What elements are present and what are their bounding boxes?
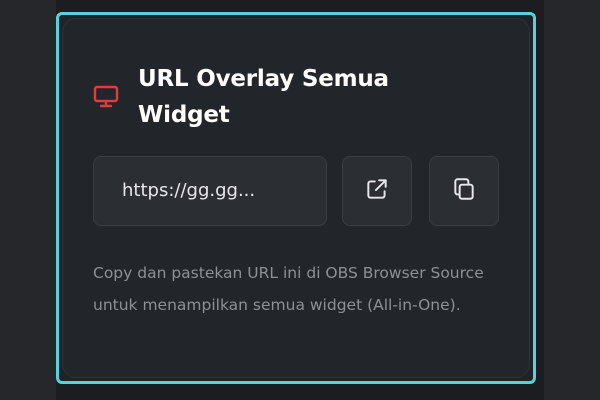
overlay-url-card: URL Overlay Semua Widget https://gg.gg..… [56, 12, 536, 384]
copy-icon [451, 176, 477, 206]
overlay-url-field[interactable]: https://gg.gg... [93, 156, 327, 226]
page: URL Overlay Semua Widget https://gg.gg..… [0, 0, 600, 400]
monitor-icon [93, 85, 119, 109]
copy-url-button[interactable] [429, 156, 499, 226]
external-link-icon [364, 176, 390, 206]
card-title: URL Overlay Semua Widget [138, 66, 389, 128]
left-panel [0, 0, 56, 400]
right-panel [544, 0, 600, 400]
card-body: URL Overlay Semua Widget https://gg.gg..… [62, 18, 530, 378]
open-url-button[interactable] [342, 156, 412, 226]
card-description: Copy dan pastekan URL ini di OBS Browser… [93, 264, 484, 314]
